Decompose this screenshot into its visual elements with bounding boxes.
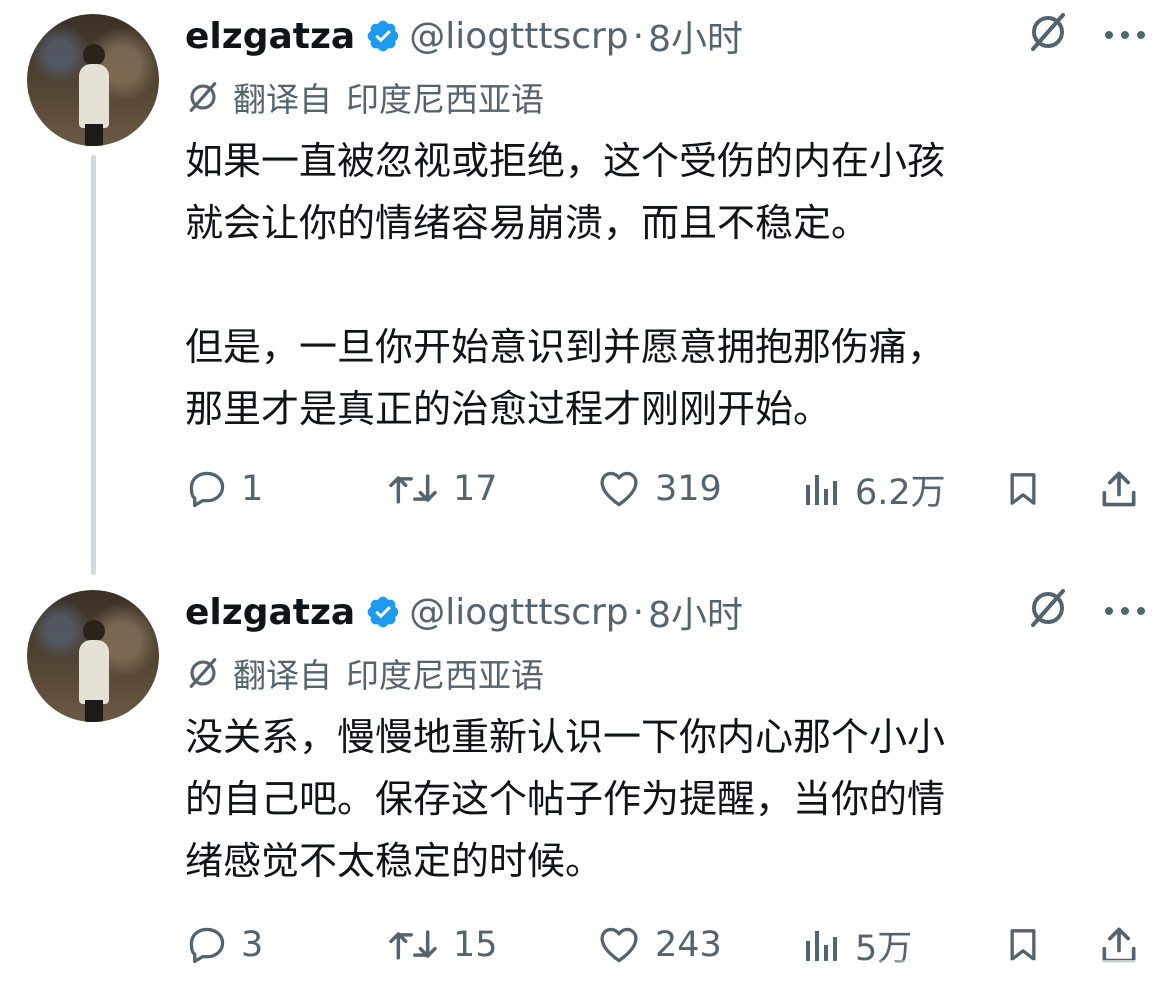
translated-from-label: 翻译自	[233, 656, 332, 695]
like-count: 243	[655, 925, 722, 965]
translation-notice[interactable]: 翻译自 印度尼西亚语	[185, 73, 544, 121]
grok-icon	[185, 655, 221, 691]
heart-icon	[595, 923, 643, 967]
separator-dot: ·	[632, 591, 645, 633]
views-button[interactable]: 6.2万	[803, 458, 946, 520]
author-name[interactable]: elzgatza	[185, 16, 355, 57]
tweet-actions: 1 17 319 6.2万	[185, 458, 1155, 520]
source-language: 印度尼西亚语	[346, 656, 544, 695]
like-button[interactable]: 319	[595, 458, 722, 520]
translated-from-label: 翻译自	[233, 80, 332, 119]
views-icon	[803, 925, 843, 965]
view-count: 5万	[855, 928, 913, 969]
tweet-header: elzgatza @liogtttscrp · 8小时	[185, 8, 743, 64]
reply-count: 1	[241, 469, 264, 509]
repost-button[interactable]: 17	[385, 458, 498, 520]
verified-badge-icon	[365, 594, 401, 630]
reply-button[interactable]: 3	[185, 914, 263, 976]
repost-icon	[385, 467, 441, 511]
tweet-header: elzgatza @liogtttscrp · 8小时	[185, 584, 743, 640]
separator-dot: ·	[632, 15, 645, 57]
like-button[interactable]: 243	[595, 914, 722, 976]
author-name[interactable]: elzgatza	[185, 592, 355, 633]
views-icon	[803, 469, 843, 509]
thread-connector-line	[91, 155, 96, 575]
timestamp[interactable]: 8小时	[648, 10, 743, 62]
repost-count: 15	[453, 925, 498, 965]
grok-icon	[185, 79, 221, 115]
share-icon	[1097, 923, 1141, 967]
tweet-text: 如果一直被忽视或拒绝，这个受伤的内在小孩 就会让你的情绪容易崩溃，而且不稳定。 …	[185, 139, 946, 431]
verified-badge-icon	[365, 18, 401, 54]
source-language: 印度尼西亚语	[346, 80, 544, 119]
view-count: 6.2万	[855, 472, 946, 513]
reply-icon	[185, 923, 229, 967]
bookmark-icon	[1003, 467, 1043, 511]
bookmark-button[interactable]	[1003, 914, 1055, 976]
repost-count: 17	[453, 469, 498, 509]
reply-icon	[185, 467, 229, 511]
avatar[interactable]	[27, 14, 159, 146]
heart-icon	[595, 467, 643, 511]
bookmark-button[interactable]	[1003, 458, 1055, 520]
more-icon	[1104, 25, 1146, 44]
more-button[interactable]	[1100, 8, 1150, 60]
repost-icon	[385, 923, 441, 967]
share-button[interactable]	[1097, 458, 1153, 520]
grok-icon	[1025, 585, 1071, 635]
tweet-text: 没关系，慢慢地重新认识一下你内心那个小小 的自己吧。保存这个帖子作为提醒，当你的…	[185, 715, 946, 883]
grok-button[interactable]	[1022, 8, 1074, 60]
translation-notice[interactable]: 翻译自 印度尼西亚语	[185, 649, 544, 697]
reply-count: 3	[241, 925, 264, 965]
bookmark-icon	[1003, 923, 1043, 967]
grok-icon	[1025, 9, 1071, 59]
more-icon	[1104, 601, 1146, 620]
share-icon	[1097, 467, 1141, 511]
tweet-actions: 3 15 243 5万	[185, 914, 1155, 976]
author-handle[interactable]: @liogtttscrp	[409, 592, 628, 633]
timestamp[interactable]: 8小时	[648, 586, 743, 638]
avatar[interactable]	[27, 590, 159, 722]
views-button[interactable]: 5万	[803, 914, 912, 976]
share-button[interactable]	[1097, 914, 1153, 976]
repost-button[interactable]: 15	[385, 914, 498, 976]
more-button[interactable]	[1100, 584, 1150, 636]
grok-button[interactable]	[1022, 584, 1074, 636]
author-handle[interactable]: @liogtttscrp	[409, 16, 628, 57]
reply-button[interactable]: 1	[185, 458, 263, 520]
like-count: 319	[655, 469, 722, 509]
